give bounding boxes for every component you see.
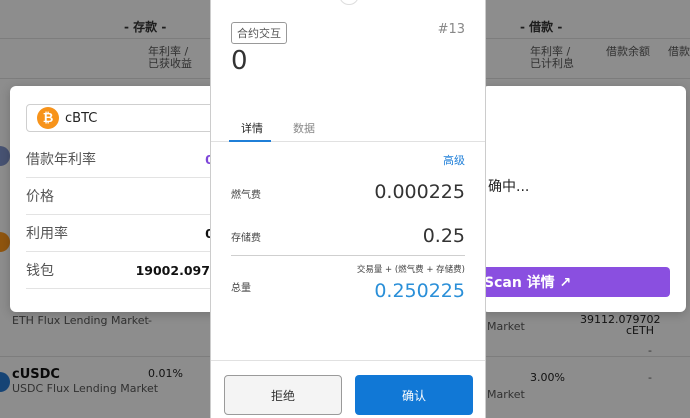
total-value: 0.250225	[374, 280, 465, 302]
active-tab-indicator	[229, 140, 271, 142]
transaction-amount: 0	[231, 46, 248, 76]
footer-divider	[211, 360, 485, 361]
total-formula-note: 交易量 + (燃气费 + 存储费)	[356, 265, 465, 275]
detail-label: 价格	[26, 189, 54, 205]
detail-label: 借款年利率	[26, 152, 96, 168]
asset-name: cBTC	[65, 110, 98, 126]
detail-label: 钱包	[26, 263, 54, 279]
reject-button[interactable]: 拒绝	[224, 375, 342, 415]
confirm-button[interactable]: 确认	[355, 375, 473, 415]
gas-fee-value: 0.000225	[374, 181, 465, 203]
detail-row-price: 价格 $	[26, 178, 228, 215]
modal-tabs: 详情 数据	[211, 116, 485, 142]
lending-detail-card: ₿ cBTC 借款年利率 0.03 价格 $ 利用率 0.26 钱包 19002…	[10, 86, 228, 312]
tab-details[interactable]: 详情	[241, 120, 263, 136]
modal-notch	[339, 0, 359, 5]
detail-row-borrow-apy: 借款年利率 0.03	[26, 141, 228, 178]
transaction-confirm-modal: 合约交互 #13 0 详情 数据 高级 燃气费 0.000225 存储费 0.2…	[210, 0, 486, 418]
bitcoin-icon: ₿	[37, 107, 59, 129]
scan-details-button[interactable]: Scan 详情 ↗	[482, 267, 670, 297]
pending-status: 确中...	[488, 179, 530, 195]
detail-label: 利用率	[26, 226, 68, 242]
gas-fee-label: 燃气费	[231, 190, 261, 201]
transaction-nonce: #13	[437, 22, 465, 37]
total-label: 总量	[231, 283, 251, 294]
advanced-link[interactable]: 高级	[443, 152, 465, 168]
contract-interaction-tag: 合约交互	[231, 22, 287, 44]
tab-data[interactable]: 数据	[293, 120, 315, 136]
asset-select[interactable]: ₿ cBTC	[26, 104, 226, 132]
storage-fee-value: 0.25	[422, 225, 465, 247]
detail-row-wallet: 钱包 19002.097152	[26, 252, 228, 289]
detail-row-utilization: 利用率 0.26	[26, 215, 228, 252]
storage-fee-label: 存储费	[231, 233, 261, 244]
total-divider	[231, 255, 465, 256]
transaction-status-card: 确中... Scan 详情 ↗	[482, 86, 686, 312]
